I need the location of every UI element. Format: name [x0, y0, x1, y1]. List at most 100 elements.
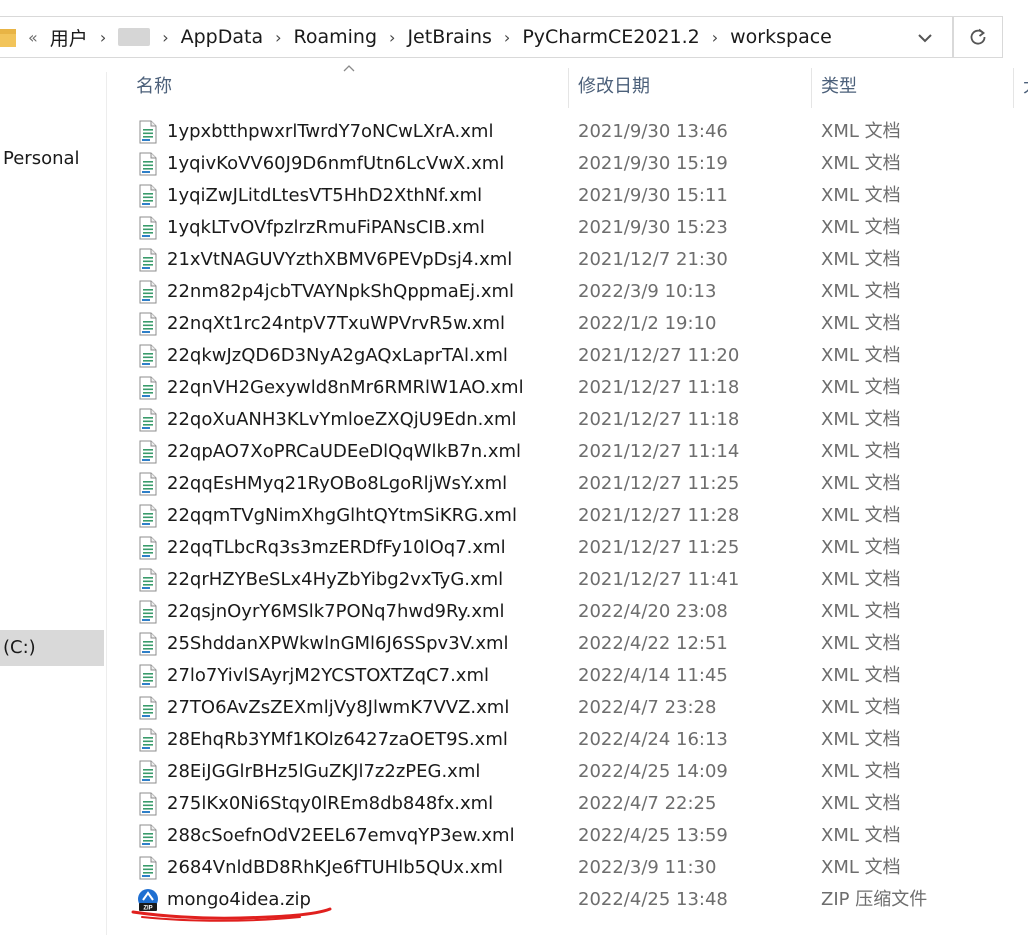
file-row[interactable]: 22qpAO7XoPRCaUDEeDlQqWlkB7n.xml 2021/12/2…	[107, 436, 1028, 468]
file-name: 1yqivKoVV60J9D6nmfUtn6LcVwX.xml	[167, 153, 505, 174]
file-row[interactable]: 22qqTLbcRq3s3mzERDfFy10lOq7.xml 2021/12/2…	[107, 532, 1028, 564]
breadcrumb-appdata[interactable]: AppData	[177, 26, 268, 48]
xml-file-icon	[137, 248, 159, 272]
file-name: 22qnVH2Gexywld8nMr6RMRlW1AO.xml	[167, 377, 524, 398]
file-modified-date: 2021/12/27 11:25	[578, 473, 740, 494]
file-type: XML 文档	[821, 537, 901, 558]
column-header-name[interactable]: 名称	[136, 62, 172, 112]
file-modified-date: 2022/4/24 16:13	[578, 729, 728, 750]
file-modified-date: 2022/4/7 23:28	[578, 697, 717, 718]
file-type: XML 文档	[821, 153, 901, 174]
chevron-down-icon[interactable]	[913, 26, 937, 50]
file-row[interactable]: 1yqiZwJLitdLtesVT5HhD2XthNf.xml 2021/9/30…	[107, 180, 1028, 212]
file-type: XML 文档	[821, 217, 901, 238]
file-name: 28EhqRb3YMf1KOlz6427zaOET9S.xml	[167, 729, 508, 750]
file-name: 22qqmTVgNimXhgGlhtQYtmSiKRG.xml	[167, 505, 517, 526]
file-type: XML 文档	[821, 761, 901, 782]
xml-file-icon	[137, 760, 159, 784]
file-type: XML 文档	[821, 249, 901, 270]
column-header-size[interactable]: 大	[1023, 62, 1028, 112]
file-name: 22nqXt1rc24ntpV7TxuWPVrvR5w.xml	[167, 313, 506, 334]
chevron-right-icon[interactable]: ›	[496, 28, 518, 47]
breadcrumb-users[interactable]: 用户	[46, 24, 92, 51]
file-row[interactable]: 1ypxbtthpwxrlTwrdY7oNCwLXrA.xml 2021/9/30…	[107, 116, 1028, 148]
file-type: XML 文档	[821, 185, 901, 206]
xml-file-icon	[137, 376, 159, 400]
file-modified-date: 2022/4/7 22:25	[578, 793, 717, 814]
file-row[interactable]: 22qnVH2Gexywld8nMr6RMRlW1AO.xml 2021/12/2…	[107, 372, 1028, 404]
file-row[interactable]: 22qrHZYBeSLx4HyZbYibg2vxTyG.xml 2021/12/2…	[107, 564, 1028, 596]
file-name: 28EiJGGlrBHz5lGuZKJl7z2zPEG.xml	[167, 761, 481, 782]
file-type: XML 文档	[821, 441, 901, 462]
column-header-type[interactable]: 类型	[821, 62, 857, 112]
file-name: 1yqkLTvOVfpzlrzRmuFiPANsCIB.xml	[167, 217, 485, 238]
file-row[interactable]: 25ShddanXPWkwlnGMl6J6SSpv3V.xml 2022/4/22…	[107, 628, 1028, 660]
file-row[interactable]: 27lo7YivlSAyrjM2YCSTOXTZqC7.xml 2022/4/14…	[107, 660, 1028, 692]
file-row[interactable]: 22qqEsHMyq21RyOBo8LgoRljWsY.xml 2021/12/2…	[107, 468, 1028, 500]
column-separator[interactable]	[811, 68, 812, 108]
file-type: XML 文档	[821, 601, 901, 622]
file-name: 22qpAO7XoPRCaUDEeDlQqWlkB7n.xml	[167, 441, 522, 462]
file-name: 27lo7YivlSAyrjM2YCSTOXTZqC7.xml	[167, 665, 489, 686]
chevron-right-icon[interactable]: ›	[154, 28, 176, 47]
breadcrumb-redacted-user[interactable]	[118, 28, 151, 46]
file-modified-date: 2021/12/27 11:18	[578, 377, 740, 398]
breadcrumb-workspace[interactable]: workspace	[726, 26, 836, 48]
file-row[interactable]: 2684VnldBD8RhKJe6fTUHlb5QUx.xml 2022/3/9 …	[107, 852, 1028, 884]
file-row[interactable]: 22qsjnOyrY6MSlk7PONq7hwd9Ry.xml 2022/4/20…	[107, 596, 1028, 628]
file-row[interactable]: 28EiJGGlrBHz5lGuZKJl7z2zPEG.xml 2022/4/25…	[107, 756, 1028, 788]
file-name: 22qqTLbcRq3s3mzERDfFy10lOq7.xml	[167, 537, 506, 558]
file-row[interactable]: 28EhqRb3YMf1KOlz6427zaOET9S.xml 2022/4/24…	[107, 724, 1028, 756]
file-row[interactable]: 22nqXt1rc24ntpV7TxuWPVrvR5w.xml 2022/1/2 …	[107, 308, 1028, 340]
chevron-right-icon[interactable]: ›	[704, 28, 726, 47]
column-header-date[interactable]: 修改日期	[578, 62, 650, 112]
xml-file-icon	[137, 280, 159, 304]
red-underline-annotation	[131, 907, 332, 922]
file-type: XML 文档	[821, 121, 901, 142]
file-list: 1ypxbtthpwxrlTwrdY7oNCwLXrA.xml 2021/9/30…	[107, 116, 1028, 916]
column-separator[interactable]	[1013, 68, 1014, 108]
file-row[interactable]: 275lKx0Ni6Stqy0lREm8db848fx.xml 2022/4/7 …	[107, 788, 1028, 820]
xml-file-icon	[137, 632, 159, 656]
file-name: 22nm82p4jcbTVAYNpkShQppmaEj.xml	[167, 281, 515, 302]
file-type: XML 文档	[821, 857, 901, 878]
file-modified-date: 2022/3/9 11:30	[578, 857, 717, 878]
refresh-button[interactable]	[953, 16, 1003, 58]
file-row[interactable]: 1yqkLTvOVfpzlrzRmuFiPANsCIB.xml 2021/9/30…	[107, 212, 1028, 244]
navigation-pane: Personal (C:)	[0, 72, 104, 935]
file-row[interactable]: 22qkwJzQD6D3NyA2gAQxLaprTAl.xml 2021/12/2…	[107, 340, 1028, 372]
chevron-right-icon[interactable]: ›	[92, 28, 114, 47]
column-separator[interactable]	[568, 68, 569, 108]
column-header-row: 名称 修改日期 类型 大	[107, 62, 1028, 112]
breadcrumb-roaming[interactable]: Roaming	[290, 26, 382, 48]
breadcrumb-pycharm[interactable]: PyCharmCE2021.2	[518, 26, 703, 48]
chevron-right-icon[interactable]: ›	[381, 28, 403, 47]
file-row[interactable]: 27TO6AvZsZEXmljVy8JlwmK7VVZ.xml 2022/4/7 …	[107, 692, 1028, 724]
file-type: ZIP 压缩文件	[821, 889, 928, 910]
nav-item-personal[interactable]: Personal	[0, 148, 104, 174]
folder-icon	[0, 29, 16, 47]
file-row[interactable]: 288cSoefnOdV2EEL67emvqYP3ew.xml 2022/4/25…	[107, 820, 1028, 852]
file-row[interactable]: 21xVtNAGUVYzthXBMV6PEVpDsj4.xml 2021/12/7…	[107, 244, 1028, 276]
breadcrumb-jetbrains[interactable]: JetBrains	[403, 26, 495, 48]
breadcrumb-overflow[interactable]: «	[28, 28, 38, 47]
file-modified-date: 2022/4/25 13:48	[578, 889, 728, 910]
file-modified-date: 2021/12/27 11:41	[578, 569, 740, 590]
file-type: XML 文档	[821, 409, 901, 430]
xml-file-icon	[137, 440, 159, 464]
file-row[interactable]: 22nm82p4jcbTVAYNpkShQppmaEj.xml 2022/3/9 …	[107, 276, 1028, 308]
file-row[interactable]: 22qqmTVgNimXhgGlhtQYtmSiKRG.xml 2021/12/2…	[107, 500, 1028, 532]
file-row[interactable]: 1yqivKoVV60J9D6nmfUtn6LcVwX.xml 2021/9/30…	[107, 148, 1028, 180]
file-modified-date: 2021/9/30 15:19	[578, 153, 728, 174]
file-type: XML 文档	[821, 281, 901, 302]
xml-file-icon	[137, 696, 159, 720]
file-modified-date: 2022/3/9 10:13	[578, 281, 717, 302]
nav-item-drive-c[interactable]: (C:)	[0, 630, 104, 666]
file-name: 288cSoefnOdV2EEL67emvqYP3ew.xml	[167, 825, 515, 846]
file-type: XML 文档	[821, 377, 901, 398]
chevron-right-icon[interactable]: ›	[267, 28, 289, 47]
file-modified-date: 2022/4/22 12:51	[578, 633, 728, 654]
file-modified-date: 2022/4/14 11:45	[578, 665, 728, 686]
file-row[interactable]: 22qoXuANH3KLvYmloeZXQjU9Edn.xml 2021/12/2…	[107, 404, 1028, 436]
file-name: 22qsjnOyrY6MSlk7PONq7hwd9Ry.xml	[167, 601, 505, 622]
